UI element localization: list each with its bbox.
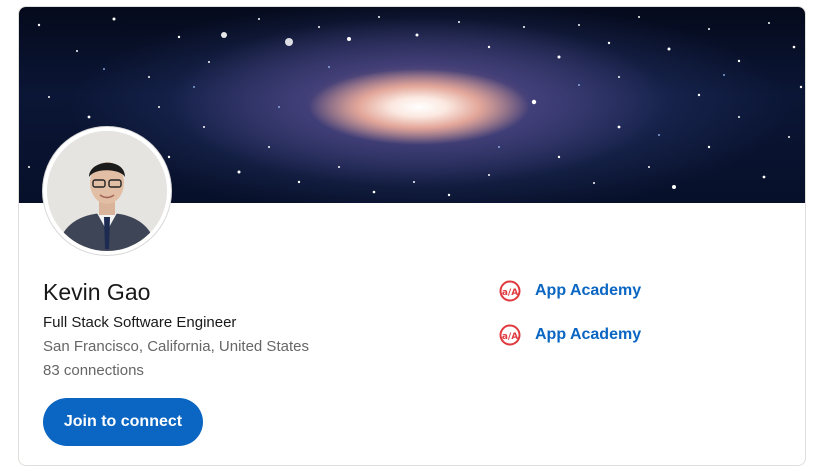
education-item-label: App Academy [535, 282, 642, 299]
profile-headline: Full Stack Software Engineer [43, 314, 237, 331]
connections-count: 83 connections [43, 362, 144, 379]
avatar-image [47, 131, 167, 251]
app-academy-logo-icon: a/A [499, 324, 521, 346]
svg-text:a/A: a/A [502, 332, 518, 342]
profile-card: Kevin Gao Full Stack Software Engineer S… [18, 6, 806, 466]
join-to-connect-button[interactable]: Join to connect [43, 398, 203, 446]
app-academy-logo-icon: a/A [499, 280, 521, 302]
profile-name: Kevin Gao [43, 279, 151, 305]
education-item-label: App Academy [535, 326, 642, 343]
education-item[interactable]: a/A App Academy [499, 322, 641, 348]
svg-text:a/A: a/A [502, 288, 518, 298]
education-item[interactable]: a/A App Academy [499, 278, 641, 304]
profile-photo [43, 127, 171, 255]
profile-location: San Francisco, California, United States [43, 338, 309, 355]
